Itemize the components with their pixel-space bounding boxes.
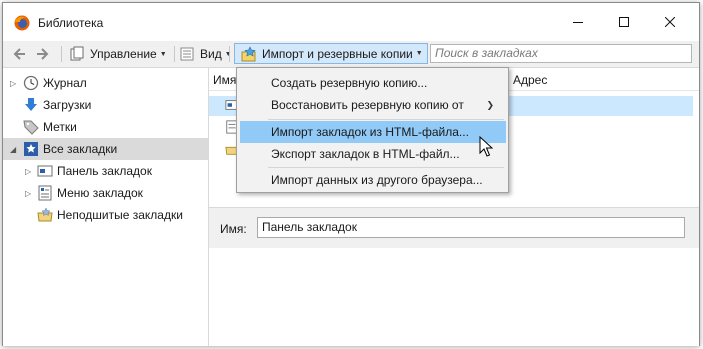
manage-label: Управление — [90, 47, 157, 61]
details-panel: Имя: Панель закладок — [209, 207, 699, 248]
bookmarks-toolbar-icon — [37, 165, 53, 177]
sidebar-item-label: Меню закладок — [57, 186, 143, 200]
menu-item-export-html[interactable]: Экспорт закладок в HTML-файл... — [240, 143, 506, 165]
sidebar-item-history[interactable]: ▷ Журнал — [3, 72, 208, 94]
import-star-icon — [241, 45, 256, 61]
expand-icon[interactable]: ▷ — [25, 189, 31, 198]
library-window: Библиотека Управление ▼ Вид Импорт и рез… — [2, 2, 700, 346]
sidebar-item-label: Все закладки — [43, 142, 118, 156]
sidebar-item-label: Загрузки — [43, 98, 92, 112]
sidebar-item-label: Панель закладок — [57, 164, 152, 178]
search-placeholder: Поиск в закладках — [435, 46, 538, 60]
close-icon — [665, 17, 675, 27]
menu-item-label: Экспорт закладок в HTML-файл... — [271, 147, 460, 161]
sidebar-item-tags[interactable]: Метки — [3, 116, 208, 138]
sidebar-item-bookmarks-menu[interactable]: ▷ Меню закладок — [3, 182, 208, 204]
window-title: Библиотека — [38, 16, 104, 30]
sidebar-item-unsorted-bookmarks[interactable]: Неподшитые закладки — [3, 204, 208, 226]
menu-separator — [268, 167, 504, 168]
menu-item-label: Импорт закладок из HTML-файла... — [271, 125, 469, 139]
title-bar: Библиотека — [3, 3, 699, 41]
download-arrow-icon — [25, 98, 37, 111]
view-list-icon — [180, 47, 194, 61]
column-name-header[interactable]: Имя — [213, 73, 236, 87]
forward-button[interactable] — [35, 44, 49, 64]
manage-menu-button[interactable]: Управление ▼ — [69, 44, 167, 64]
bookmark-star-icon — [24, 142, 38, 156]
chevron-down-icon: ▼ — [159, 50, 167, 58]
toolbar-separator — [229, 46, 230, 62]
menu-item-label: Восстановить резервную копию от — [271, 98, 464, 112]
toolbar-separator — [61, 46, 62, 62]
organize-icon — [70, 46, 84, 61]
menu-item-import-from-browser[interactable]: Импорт данных из другого браузера... — [240, 169, 506, 191]
clock-icon — [23, 75, 39, 91]
menu-item-import-html[interactable]: Импорт закладок из HTML-файла... — [240, 121, 506, 143]
view-label: Вид — [200, 47, 222, 61]
back-arrow-icon — [13, 48, 25, 60]
name-field[interactable]: Панель закладок — [257, 217, 685, 238]
maximize-icon — [619, 17, 629, 27]
sidebar-item-label: Неподшитые закладки — [57, 208, 183, 222]
sidebar-item-label: Журнал — [43, 76, 87, 90]
minimize-icon — [573, 22, 583, 23]
import-backup-menu-button[interactable]: Импорт и резервные копии ▼ — [234, 43, 428, 64]
firefox-icon — [14, 15, 30, 31]
sidebar-item-bookmarks-toolbar[interactable]: ▷ Панель закладок — [3, 160, 208, 182]
sidebar-item-all-bookmarks[interactable]: ◢ Все закладки — [3, 138, 208, 160]
menu-separator — [268, 119, 504, 120]
toolbar-separator — [174, 46, 175, 62]
chevron-down-icon: ▼ — [415, 50, 423, 57]
sidebar-item-downloads[interactable]: Загрузки — [3, 94, 208, 116]
import-backup-label: Импорт и резервные копии — [262, 46, 413, 61]
toolbar: Управление ▼ Вид ▼ Импорт и резервные ко… — [3, 41, 699, 68]
menu-item-create-backup[interactable]: Создать резервную копию... — [240, 72, 506, 94]
chevron-right-icon: ❯ — [486, 100, 494, 110]
close-button[interactable] — [647, 3, 693, 41]
name-field-value: Панель закладок — [262, 220, 357, 234]
minimize-button[interactable] — [555, 3, 601, 41]
search-bookmarks-input[interactable]: Поиск в закладках — [430, 44, 692, 63]
mouse-cursor-icon — [479, 136, 493, 157]
column-address-header[interactable]: Адрес — [513, 73, 547, 87]
name-field-label: Имя: — [220, 222, 247, 236]
maximize-button[interactable] — [601, 3, 647, 41]
sidebar-tree: ▷ Журнал Загрузки Метки ◢ Все закладки ▷… — [3, 68, 209, 346]
menu-item-restore-backup[interactable]: Восстановить резервную копию от ❯ — [240, 94, 506, 116]
unsorted-folder-icon — [37, 207, 53, 222]
view-menu-button[interactable]: Вид ▼ — [179, 44, 232, 64]
tag-icon — [23, 120, 39, 135]
expand-icon[interactable]: ▷ — [25, 167, 31, 176]
menu-item-label: Создать резервную копию... — [271, 76, 428, 90]
back-button[interactable] — [13, 44, 27, 64]
collapse-icon[interactable]: ◢ — [10, 145, 16, 154]
forward-arrow-icon — [37, 48, 49, 60]
import-backup-dropdown-menu: Создать резервную копию... Восстановить … — [236, 67, 509, 193]
expand-icon[interactable]: ▷ — [10, 79, 16, 88]
bookmarks-menu-icon — [38, 185, 52, 201]
menu-item-label: Импорт данных из другого браузера... — [271, 173, 483, 187]
sidebar-item-label: Метки — [43, 120, 77, 134]
